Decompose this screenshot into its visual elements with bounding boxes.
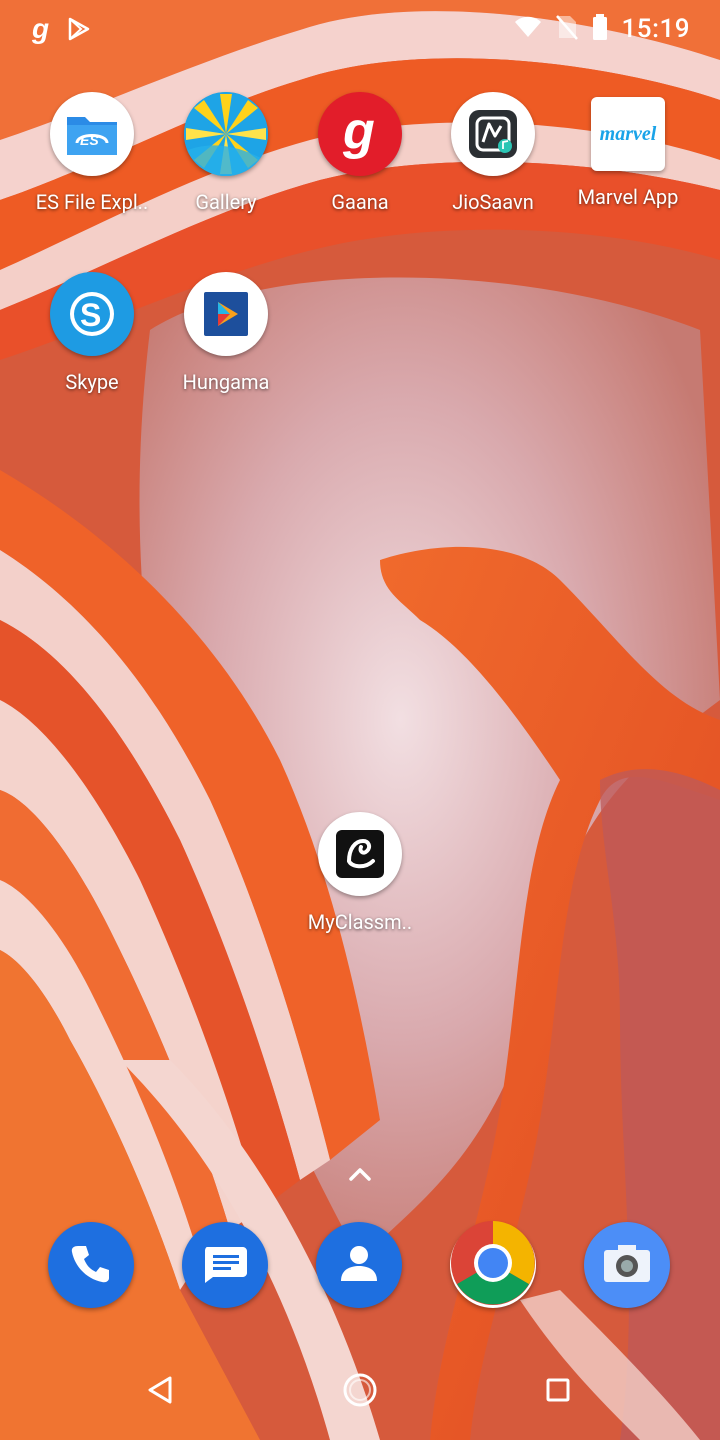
clock: 15:19 xyxy=(621,14,690,44)
marvel-icon: marvel xyxy=(591,97,665,171)
app-myclassmate[interactable]: MyClassm.. xyxy=(290,812,430,934)
status-bar: g 15:19 xyxy=(0,0,720,64)
gaana-icon: g xyxy=(318,92,402,176)
dock-chrome[interactable] xyxy=(450,1220,536,1310)
dock-phone[interactable] xyxy=(48,1222,134,1308)
skype-icon: S xyxy=(50,272,134,356)
back-button[interactable] xyxy=(132,1364,188,1420)
messages-icon xyxy=(201,1241,249,1289)
es-file-explorer-icon: ES xyxy=(50,92,134,176)
app-label: Marvel App xyxy=(577,185,679,209)
svg-text:ES: ES xyxy=(80,132,99,148)
navigation-bar xyxy=(0,1344,720,1440)
app-hungama[interactable]: Hungama xyxy=(156,272,296,394)
gallery-icon xyxy=(184,92,268,176)
phone-icon xyxy=(69,1241,113,1289)
camera-icon xyxy=(601,1241,653,1289)
svg-text:S: S xyxy=(80,297,101,333)
app-label: JioSaavn xyxy=(452,190,534,214)
hungama-icon xyxy=(184,272,268,356)
app-jiosaavn[interactable]: JioSaavn xyxy=(423,92,563,214)
app-skype[interactable]: S Skype xyxy=(22,272,162,394)
chrome-icon xyxy=(450,1220,536,1310)
play-store-notification-icon xyxy=(66,16,92,46)
app-drawer-chevron-icon[interactable] xyxy=(346,1162,374,1186)
app-es-file-explorer[interactable]: ES ES File Expl.. xyxy=(22,92,162,214)
app-gaana[interactable]: g Gaana xyxy=(290,92,430,214)
marvel-logo-text: marvel xyxy=(599,122,657,145)
back-icon xyxy=(146,1375,174,1409)
svg-text:g: g xyxy=(31,14,49,44)
app-label: ES File Expl.. xyxy=(35,190,149,214)
home-icon xyxy=(342,1372,378,1412)
myclassmate-icon xyxy=(318,812,402,896)
recents-button[interactable] xyxy=(530,1364,586,1420)
app-label: Hungama xyxy=(182,370,270,394)
app-label: Gaana xyxy=(331,190,389,214)
dock-messages[interactable] xyxy=(182,1222,268,1308)
svg-text:g: g xyxy=(342,104,375,160)
gaana-notification-icon: g xyxy=(30,13,54,48)
wifi-icon xyxy=(514,16,542,42)
system-icons: 15:19 xyxy=(514,14,690,44)
jiosaavn-icon xyxy=(451,92,535,176)
app-gallery[interactable]: Gallery xyxy=(156,92,296,214)
dock-camera[interactable] xyxy=(584,1222,670,1308)
app-label: MyClassm.. xyxy=(307,910,413,934)
contacts-icon xyxy=(337,1241,381,1289)
app-label: Gallery xyxy=(195,190,257,214)
no-sim-icon xyxy=(555,14,578,44)
dock-contacts[interactable] xyxy=(316,1222,402,1308)
app-label: Skype xyxy=(65,370,119,394)
notification-icons: g xyxy=(30,13,92,48)
recents-icon xyxy=(544,1376,572,1408)
app-marvel[interactable]: marvel Marvel App xyxy=(558,92,698,209)
home-button[interactable] xyxy=(332,1364,388,1420)
battery-icon xyxy=(592,14,608,44)
